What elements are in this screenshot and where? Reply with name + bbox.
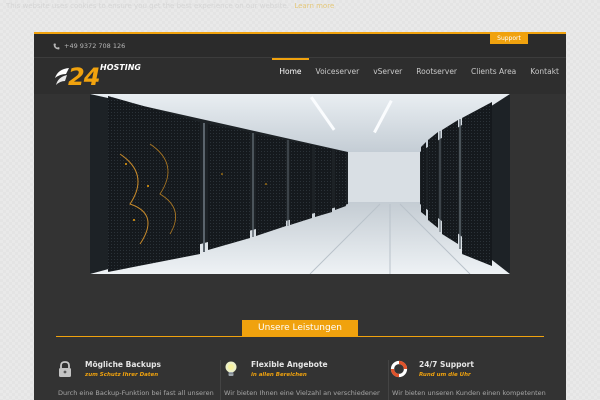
hero-image-server-room xyxy=(90,94,510,274)
support-button[interactable]: Support xyxy=(490,34,528,44)
services-features: Mögliche Backups zum Schutz Ihrer Daten … xyxy=(52,352,552,400)
cookie-learn-more-link[interactable]: Learn more xyxy=(294,2,334,10)
logo-wordmark: HOSTING xyxy=(100,63,141,72)
feature-description: Wir bieten unseren Kunden einen kompeten… xyxy=(392,389,546,397)
services-title: Unsere Leistungen xyxy=(242,320,358,337)
feature-subtitle: Rund um die Uhr xyxy=(419,372,471,378)
cookie-notice-text: This website uses cookies to ensure you … xyxy=(6,2,290,10)
site-container: +49 9372 708 126 Support 24 HOSTING Home… xyxy=(34,32,566,400)
nav-item-kontakt[interactable]: Kontakt xyxy=(523,58,566,94)
feature-divider xyxy=(388,360,389,400)
nav-item-clients-area[interactable]: Clients Area xyxy=(464,58,523,94)
feature-subtitle: zum Schutz Ihrer Daten xyxy=(85,372,159,378)
nav-item-vserver[interactable]: vServer xyxy=(366,58,409,94)
feature-description: Durch eine Backup-Funktion bei fast all … xyxy=(58,389,214,397)
phone-contact: +49 9372 708 126 xyxy=(53,42,125,50)
top-bar: +49 9372 708 126 Support xyxy=(34,34,566,58)
padlock-icon xyxy=(56,360,74,378)
feature-backups: Mögliche Backups zum Schutz Ihrer Daten … xyxy=(56,352,216,400)
main-navigation: Home Voiceserver vServer Rootserver Clie… xyxy=(272,58,566,94)
feature-flexible-offers: Flexible Angebote in allen Bereichen Wir… xyxy=(222,352,382,400)
feature-title: 24/7 Support xyxy=(419,360,474,369)
cookie-notice-bar: This website uses cookies to ensure you … xyxy=(0,0,600,12)
header: 24 HOSTING Home Voiceserver vServer Root… xyxy=(34,58,566,94)
feature-subtitle: in allen Bereichen xyxy=(251,372,307,378)
feature-title: Mögliche Backups xyxy=(85,360,161,369)
services-section-header: Unsere Leistungen xyxy=(56,318,544,338)
lifebuoy-icon xyxy=(390,360,408,378)
nav-item-voiceserver[interactable]: Voiceserver xyxy=(309,58,367,94)
nav-item-home[interactable]: Home xyxy=(272,58,309,94)
phone-number[interactable]: +49 9372 708 126 xyxy=(64,42,125,50)
nav-item-rootserver[interactable]: Rootserver xyxy=(409,58,464,94)
feature-support: 24/7 Support Rund um die Uhr Wir bieten … xyxy=(390,352,550,400)
phone-icon xyxy=(53,43,60,50)
feature-description: Wir bieten Ihnen eine Vielzahl an versch… xyxy=(224,389,380,397)
logo-number: 24 xyxy=(68,63,100,91)
lightbulb-icon xyxy=(222,360,240,378)
feature-title: Flexible Angebote xyxy=(251,360,328,369)
feature-divider xyxy=(220,360,221,400)
site-logo[interactable]: 24 HOSTING xyxy=(54,62,144,92)
